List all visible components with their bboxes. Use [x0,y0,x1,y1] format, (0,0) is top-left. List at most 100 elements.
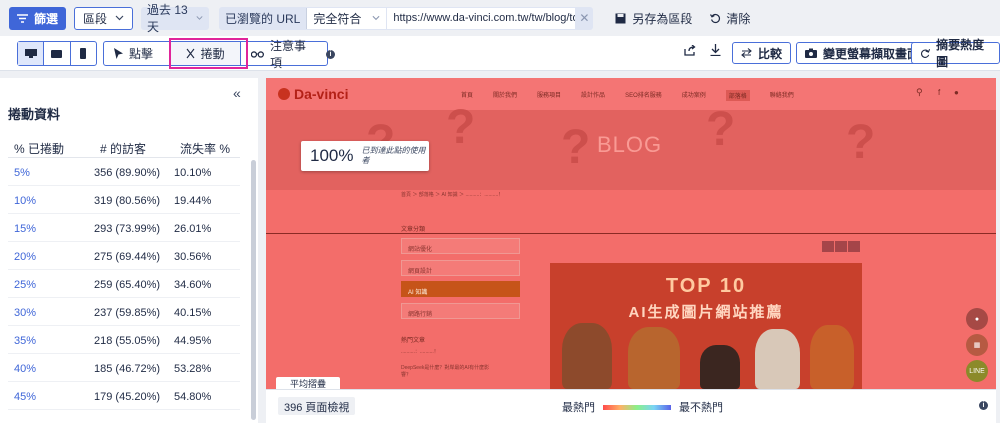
segment-dropdown[interactable]: 區段 [74,6,134,30]
table-row: 15% 293 (73.99%) 26.01% [8,214,240,242]
url-filter: 已瀏覽的 URL 完全符合 https://www.da-vinci.com.t… [219,6,594,30]
site-header: Da-vinci 首頁 關於我們 服務項目 設計作品 SEO排名服務 成功案例 … [266,78,996,110]
hero-title: TOP 10 [665,275,747,297]
facebook-share-icon [822,241,834,252]
visitors-cell: 179 (45.20%) [94,391,161,403]
compare-label: 比較 [758,46,783,61]
question-mark-decoration: ? [706,103,736,156]
table-header: % 已捲動 # 的訪客 流失率 % [8,136,240,158]
linkedin-share-icon [848,241,860,252]
share-icons [822,241,860,252]
table-row: 45% 179 (45.20%) 54.80% [8,382,240,410]
dog-illustration [700,345,740,389]
device-toggle-group [17,41,97,66]
click-mode-button[interactable]: 點擊 [104,42,171,65]
site-facebook-icon: f [938,88,941,97]
compare-button[interactable]: 比較 [732,42,792,64]
dropoff-cell: 44.95% [174,335,212,347]
info-icon[interactable]: i [979,401,988,410]
filter-button[interactable]: 篩選 [9,6,66,30]
dropoff-cell: 54.80% [174,391,212,403]
visitors-cell: 275 (69.44%) [94,251,161,263]
clear-url-icon[interactable]: ✕ [575,11,593,25]
date-range-label: 過去 13 天 [147,3,188,34]
save-segment-button[interactable]: 另存為區段 [615,10,692,27]
chevron-down-icon [372,15,380,21]
filter-icon [16,13,28,23]
download-icon[interactable] [710,44,721,59]
cursor-icon [114,48,123,59]
scroll-percent-cell: 45% [14,391,37,403]
collapse-panel-icon[interactable]: « [233,85,241,101]
site-nav-item: SEO排名服務 [625,93,662,99]
scroll-percent-cell: 20% [14,251,37,263]
category-heading: 文章分類 [401,227,426,233]
visitors-cell: 259 (65.40%) [94,279,161,291]
action-icons [684,44,721,59]
click-mode-label: 點擊 [129,47,154,61]
dropoff-cell: 26.01% [174,223,212,235]
url-filter-label: 已瀏覽的 URL [225,11,301,26]
floppy-disk-icon [615,13,626,23]
scroll-percent-cell: 10% [14,195,37,207]
clear-button[interactable]: 清除 [710,10,750,27]
desktop-device-button[interactable] [18,42,45,65]
clear-label: 清除 [726,11,751,26]
category-item: 網站優化 [401,238,520,254]
camera-icon [805,48,817,58]
refresh-icon [921,48,931,58]
date-range-dropdown[interactable]: 過去 13 天 [141,3,210,34]
chevron-down-icon [196,16,203,20]
dog-illustration [810,325,854,389]
table-row: 30% 237 (59.85%) 40.15% [8,298,240,326]
scroll-percent-cell: 25% [14,279,37,291]
tablet-device-button[interactable] [44,42,71,65]
change-screenshot-label: 變更螢幕擷取畫面 [823,46,920,61]
site-logo-text: Da-vinci [294,86,349,102]
tablet-icon [51,49,63,58]
question-mark-decoration: ? [446,101,476,154]
site-nav-item: 聯絡我們 [769,93,794,99]
heat-legend: 最熱門 最不熱門 [562,399,723,415]
site-nav-item: 成功案例 [681,93,706,99]
swap-icon [741,48,752,58]
visitors-cell: 356 (89.90%) [94,167,161,179]
site-globe-icon: ● [954,88,959,97]
logo-mark-icon [278,88,290,100]
match-type-select[interactable]: 完全符合 [306,7,387,29]
panel-title: 捲動資料 [8,107,61,122]
table-row: 20% 275 (69.44%) 30.56% [8,242,240,270]
chevron-down-icon [115,15,124,21]
column-header-dropoff: 流失率 % [180,142,231,156]
mobile-device-button[interactable] [71,42,96,65]
summary-heatmap-button[interactable]: 摘要熱度圖 [911,38,1000,69]
column-header-scrolled: % 已捲動 [14,142,65,156]
legend-hottest-label: 最熱門 [562,402,595,414]
notes-button[interactable]: 注意事項 [241,39,327,70]
table-row: 35% 218 (55.05%) 44.95% [8,326,240,354]
summary-heatmap-label: 摘要熱度圖 [936,38,985,69]
notes-label: 注意事項 [269,38,306,70]
url-input[interactable]: https://www.da-vinci.com.tw/tw/blog/top1… [387,7,576,29]
category-item: 網路行銷 [401,303,520,319]
save-segment-label: 另存為區段 [632,11,693,26]
category-item-active: AI 知識 [401,281,520,297]
match-type-value: 完全符合 [313,11,362,26]
site-nav-item-active: 部落格 [725,90,750,101]
hero-subtitle: AI生成圖片網站推薦 [628,304,784,321]
change-screenshot-button[interactable]: 變更螢幕擷取畫面 [796,42,929,64]
dropoff-cell: 40.15% [174,307,212,319]
site-breadcrumb: 首頁 ＞ 部落格 ＞ AI 知識 ＞ ..........：..........… [401,192,504,198]
panel-scrollbar[interactable] [251,160,256,420]
float-line-icon: LINE [966,360,988,382]
table-row: 5% 356 (89.90%) 10.10% [8,158,240,186]
share-icon[interactable] [684,44,696,59]
dropoff-cell: 53.28% [174,363,212,375]
reset-icon [710,13,721,23]
binoculars-icon [251,51,264,58]
heatmap-footer: 396 頁面檢視 最熱門 最不熱門 i [266,389,996,423]
dropoff-cell: 19.44% [174,195,212,207]
average-fold-tab: 平均摺疊 [276,377,340,389]
info-icon[interactable]: i [326,50,335,59]
question-mark-decoration: ? [561,121,591,174]
